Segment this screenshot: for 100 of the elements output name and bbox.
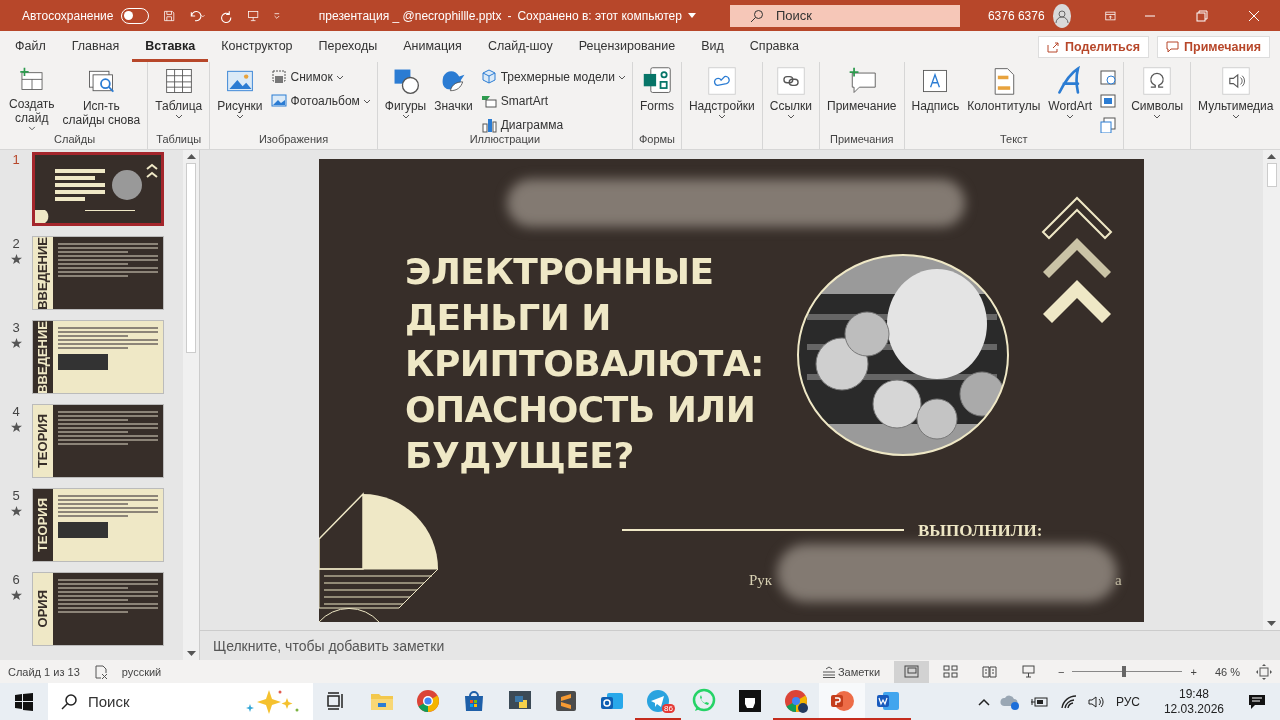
ribbon-tab[interactable]: Анимация [390, 39, 475, 62]
ribbon-tab[interactable]: Переходы [305, 39, 391, 62]
share-button[interactable]: Поделиться [1038, 36, 1150, 58]
spellcheck-icon[interactable] [93, 664, 108, 679]
task-view-icon [327, 691, 345, 710]
group-label: Иллюстрации [469, 133, 541, 146]
search-icon [749, 8, 764, 23]
fit-to-window-icon[interactable] [1256, 663, 1272, 680]
search-icon [60, 692, 78, 711]
slide-thumbnail[interactable]: ТЕОРИЯ [32, 488, 164, 562]
ribbon-button[interactable]: Надпись [908, 64, 963, 134]
ribbon-button[interactable]: Рисунки [214, 64, 266, 134]
customize-caret-icon[interactable] [273, 10, 281, 21]
slide-thumbnail[interactable]: ВВЕДЕНИЕ [32, 236, 164, 310]
taskbar-app[interactable]: 86 [635, 683, 681, 720]
save-status[interactable]: Сохранено в: этот компьютер [517, 8, 682, 23]
ribbon-button[interactable]: Мультимедиа [1195, 64, 1277, 134]
chrome-icon [783, 687, 809, 714]
ribbon-button[interactable]: WordArt [1045, 64, 1096, 134]
scroll-up-icon[interactable] [1267, 153, 1276, 159]
phone-bubble-icon [691, 687, 717, 714]
scrollbar[interactable] [1263, 150, 1280, 630]
ribbon-button[interactable]: Фигуры [381, 64, 430, 134]
ribbon-button[interactable]: Значки [431, 64, 476, 134]
ribbon-tab[interactable]: Справка [736, 39, 812, 62]
clock-date[interactable]: 12.03.2026 [1163, 701, 1224, 717]
ribbon-tab[interactable]: Слайд-шоу [474, 39, 566, 62]
slide-thumbnail[interactable]: ТЕОРИЯ [32, 404, 164, 478]
scroll-down-icon[interactable] [186, 651, 196, 657]
group-label: Слайды [54, 133, 96, 146]
speaker-icon [1220, 66, 1251, 96]
notifications-icon[interactable] [1248, 693, 1266, 710]
ribbon-tab[interactable]: Файл [2, 39, 59, 62]
omega-icon [1142, 66, 1173, 96]
scroll-up-icon[interactable] [186, 153, 196, 159]
ribbon-button[interactable]: Примечание [824, 64, 900, 134]
ribbon-tab[interactable]: Вид [688, 39, 737, 62]
user-name[interactable]: 6376 6376 [987, 8, 1045, 23]
windows-start-icon[interactable] [15, 692, 33, 711]
slide-thumbnail[interactable]: ВВЕДЕНИЕ [32, 320, 164, 394]
speaker-icon[interactable] [1087, 694, 1106, 709]
slide-number: 4 [12, 404, 20, 419]
language-label[interactable]: русский [121, 665, 162, 678]
input-language[interactable]: РУС [1115, 694, 1140, 709]
slide-thumbnail[interactable]: ОРИЯ [32, 572, 164, 646]
ribbon-button[interactable]: SmartArt [477, 90, 628, 112]
autosave-label: Автосохранение [22, 8, 114, 23]
search-field[interactable]: Поиск [729, 4, 960, 27]
text-fragment: Рук [749, 571, 773, 589]
ribbon-button[interactable]: Forms [636, 64, 677, 134]
ribbon-tab[interactable]: Рецензирование [565, 39, 689, 62]
chevron-up-icon[interactable] [977, 697, 990, 706]
battery-plug-icon[interactable] [1029, 694, 1050, 709]
avatar-icon[interactable] [1052, 3, 1072, 28]
paper-plane-icon [645, 687, 671, 714]
scrollbar-thumb[interactable] [1266, 163, 1277, 187]
ribbon-tab[interactable]: Главная [58, 39, 133, 62]
cloud-icon[interactable] [999, 693, 1020, 710]
close-icon[interactable] [1248, 9, 1260, 22]
scrollbar-thumb[interactable] [186, 163, 196, 353]
slide-title: ЭЛЕКТРОННЫЕ ДЕНЬГИ И КРИПТОВАЛЮТА: ОПАСНОСТЬ ИЛИ БУДУЩЕЕ? [405, 249, 764, 478]
object-icon [1099, 116, 1118, 134]
calendar-icon [1099, 68, 1118, 86]
notification-badge: 86 [662, 704, 675, 713]
caret-icon[interactable] [687, 13, 696, 18]
ribbon-button[interactable]: Таблица [152, 64, 206, 134]
share-icon [1047, 41, 1061, 53]
ribbon-button[interactable]: Надстройки [685, 64, 758, 134]
notes-placeholder[interactable]: Щелкните, чтобы добавить заметки [213, 637, 445, 654]
notes-button[interactable]: Заметки [811, 660, 891, 683]
ribbon-button[interactable]: Ссылки [766, 64, 816, 134]
ribbon-button[interactable]: Диаграмма [477, 114, 628, 134]
ribbon-button[interactable]: Трехмерные модели [477, 66, 628, 88]
restore-icon[interactable] [1196, 9, 1208, 22]
title-separator: - [507, 8, 512, 23]
ribbon-button[interactable]: Создать слайд [6, 64, 58, 134]
view-button[interactable] [894, 660, 930, 683]
ribbon-button[interactable]: Исп-ть слайды снова [59, 64, 144, 134]
search-field[interactable]: Поиск [48, 683, 313, 720]
ribbon-button[interactable]: Колонтитулы [964, 64, 1044, 134]
book-icon [982, 665, 998, 678]
comments-button[interactable]: Примечания [1157, 36, 1270, 58]
zoom-in-button[interactable]: + [1190, 665, 1197, 678]
group-label: Изображения [258, 133, 329, 146]
ribbon-tab[interactable]: Конструктор [208, 39, 306, 62]
slide-number: 1 [12, 152, 20, 167]
slide-number-icon [1099, 92, 1118, 110]
clock-time[interactable]: 19:48 [1178, 686, 1209, 702]
ribbon-button[interactable]: Снимок [267, 66, 373, 88]
group-label: Таблицы [156, 133, 202, 146]
wifi-icon[interactable] [1059, 694, 1078, 709]
scrollbar[interactable] [183, 150, 199, 660]
ribbon-button[interactable]: Символы [1128, 64, 1187, 134]
zoom-out-button[interactable]: − [1058, 665, 1065, 678]
ribbon-display-icon[interactable] [1105, 9, 1116, 22]
addins-icon [706, 66, 737, 96]
scroll-down-icon[interactable] [1267, 621, 1276, 627]
zoom-percent[interactable]: 46 % [1214, 665, 1240, 678]
document-title: презентация _ @necrophillle.pptx [318, 8, 502, 23]
ribbon-button[interactable]: Фотоальбом [267, 90, 373, 112]
